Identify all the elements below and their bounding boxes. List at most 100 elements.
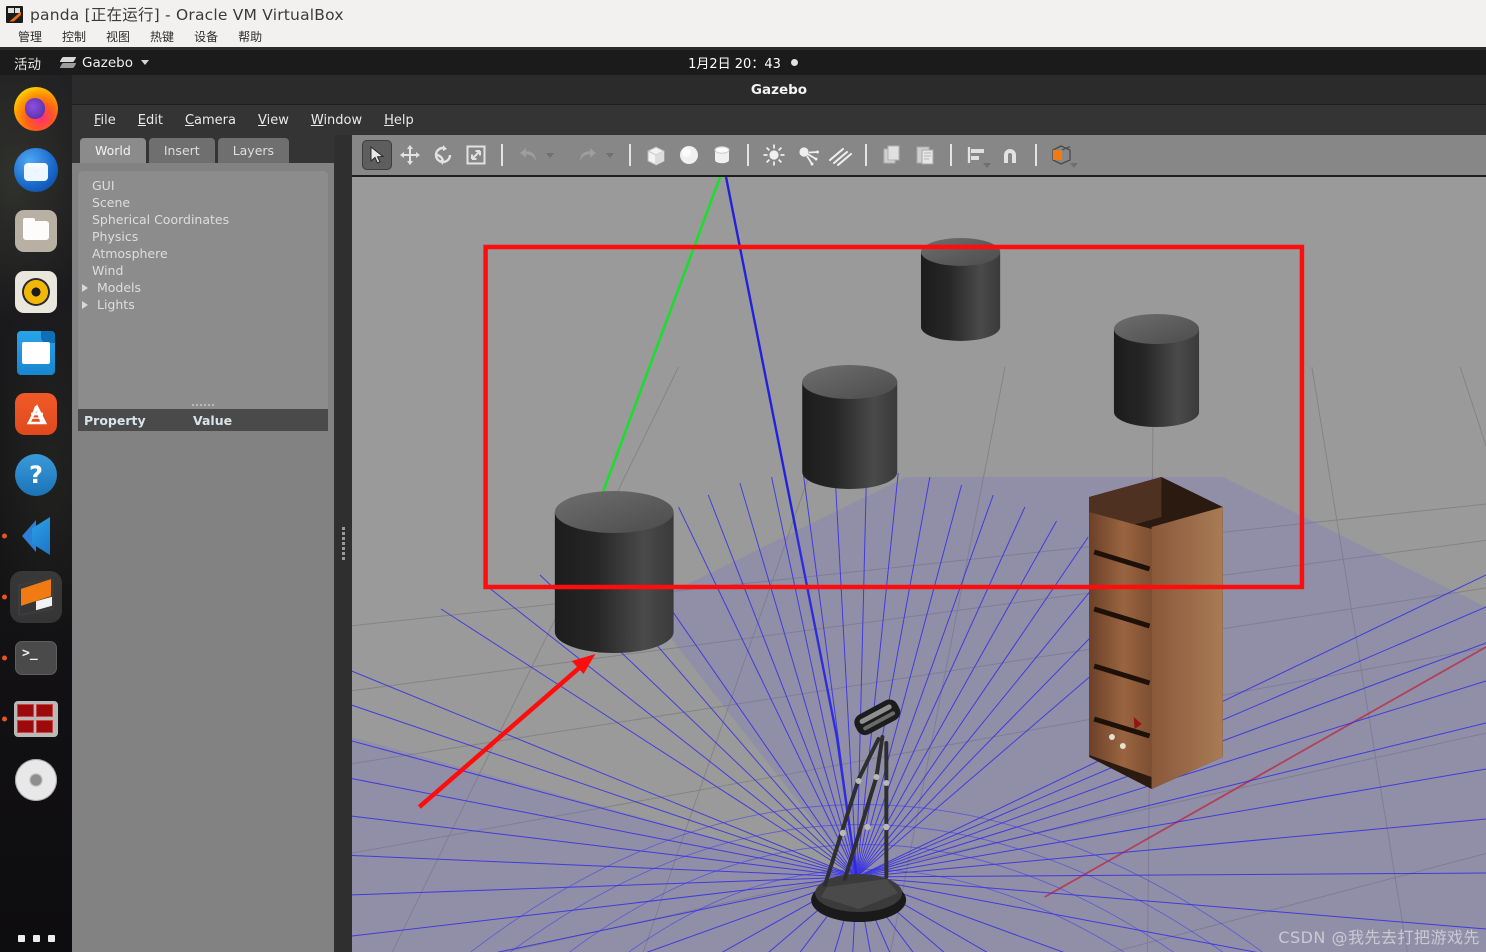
tree-item-gui[interactable]: GUI [78, 177, 328, 194]
gazebo-app-icon [59, 56, 77, 69]
terminator-icon [14, 701, 58, 737]
tab-world[interactable]: World [80, 138, 146, 163]
tree-item-spherical-coordinates[interactable]: Spherical Coordinates [78, 211, 328, 228]
menu-help[interactable]: Help [373, 113, 425, 128]
render-viewport[interactable]: CSDN @我先去打把游戏先 [352, 177, 1486, 952]
panel-tabs: World Insert Layers [72, 135, 334, 163]
insert-sphere-button[interactable] [674, 140, 704, 170]
undo-button[interactable] [513, 140, 543, 170]
toolbar-divider [950, 144, 952, 166]
toolbar-divider [501, 144, 503, 166]
tree-item-label: Scene [92, 195, 131, 210]
vertical-splitter[interactable] [334, 135, 352, 952]
firefox-icon [14, 87, 58, 131]
redo-history-caret-icon[interactable] [606, 152, 614, 158]
align-caret-icon[interactable] [983, 163, 991, 168]
clock-area[interactable]: 1月2日 20：43 [613, 53, 873, 72]
tree-item-label: Lights [97, 297, 135, 312]
screen: panda [正在运行] - Oracle VM VirtualBox 管理 控… [0, 0, 1486, 952]
tree-item-models[interactable]: Models [78, 279, 328, 296]
dock-item-terminator[interactable] [10, 693, 62, 745]
dock-item-thunderbird[interactable] [10, 144, 62, 196]
menu-edit[interactable]: Edit [127, 113, 174, 128]
dock-item-vscode[interactable] [10, 510, 62, 562]
dock-item-ubuntu-software[interactable] [10, 388, 62, 440]
spot-light-button[interactable] [792, 140, 822, 170]
undo-history-caret-icon[interactable] [546, 152, 554, 158]
toolbar-divider [1035, 144, 1037, 166]
vbox-menu-manage[interactable]: 管理 [8, 28, 52, 47]
select-mode-button[interactable] [362, 140, 392, 170]
vbox-menu-view[interactable]: 视图 [96, 28, 140, 47]
scale-mode-button[interactable] [461, 140, 491, 170]
directional-light-button[interactable] [825, 140, 855, 170]
redo-button[interactable] [573, 140, 603, 170]
gnome-top-bar: 活动 Gazebo 1月2日 20：43 [0, 50, 1486, 75]
tree-item-physics[interactable]: Physics [78, 228, 328, 245]
insert-box-button[interactable] [641, 140, 671, 170]
tab-insert[interactable]: Insert [148, 138, 215, 163]
expand-arrow-icon[interactable] [82, 300, 88, 309]
view-angle-button[interactable] [1047, 140, 1078, 170]
vbox-menu-help[interactable]: 帮助 [228, 28, 272, 47]
tree-item-label: GUI [92, 178, 115, 193]
menu-window[interactable]: Window [300, 113, 373, 128]
menu-camera[interactable]: Camera [174, 113, 247, 128]
notification-dot-icon [790, 59, 798, 66]
tab-layers[interactable]: Layers [217, 138, 290, 163]
thunderbird-icon [14, 148, 58, 192]
panel-splitter-handle[interactable] [72, 401, 334, 409]
dock-item-files[interactable] [10, 205, 62, 257]
app-menu-button[interactable]: Gazebo [59, 55, 149, 71]
rotate-mode-button[interactable] [428, 140, 458, 170]
dock-item-help[interactable]: ? [10, 449, 62, 501]
gazebo-toolbar [352, 135, 1486, 177]
disc-icon [15, 759, 57, 801]
show-applications-button[interactable] [0, 935, 72, 942]
virtualbox-title-text: panda [正在运行] - Oracle VM VirtualBox [30, 6, 344, 24]
vbox-menu-hotkeys[interactable]: 热键 [140, 28, 184, 47]
dock-item-gazebo[interactable] [10, 571, 62, 623]
dock-item-rhythmbox[interactable] [10, 266, 62, 318]
align-button[interactable] [962, 140, 992, 170]
tree-item-label: Wind [92, 263, 124, 278]
tree-item-scene[interactable]: Scene [78, 194, 328, 211]
dock-item-libreoffice-writer[interactable] [10, 327, 62, 379]
toolbar-divider [629, 144, 631, 166]
world-tree: GUI Scene Spherical Coordinates Physics … [78, 171, 328, 421]
app-grid-dot-icon [17, 935, 25, 942]
menu-file[interactable]: FFileile [83, 113, 127, 128]
snap-button[interactable] [995, 140, 1025, 170]
property-column-header: Property [84, 412, 146, 428]
tree-item-atmosphere[interactable]: Atmosphere [78, 245, 328, 262]
insert-cylinder-button[interactable] [707, 140, 737, 170]
tree-item-lights[interactable]: Lights [78, 296, 328, 313]
ubuntu-dock: ? [0, 75, 72, 952]
chevron-down-icon [140, 60, 149, 65]
view-angle-caret-icon[interactable] [1070, 163, 1078, 168]
point-light-button[interactable] [759, 140, 789, 170]
translate-mode-button[interactable] [395, 140, 425, 170]
gazebo-window-title: Gazebo [750, 81, 808, 98]
dock-item-firefox[interactable] [10, 83, 62, 135]
expand-arrow-icon[interactable] [82, 283, 88, 292]
tree-item-wind[interactable]: Wind [78, 262, 328, 279]
help-icon: ? [15, 454, 57, 496]
virtualbox-titlebar: panda [正在运行] - Oracle VM VirtualBox [0, 0, 1486, 28]
tree-item-label: Physics [92, 229, 139, 244]
cylinder-far-center [920, 238, 1001, 341]
property-table-body [78, 431, 328, 952]
dock-item-terminal[interactable] [10, 632, 62, 684]
paste-button[interactable] [910, 140, 940, 170]
app-grid-dot-icon [47, 935, 55, 942]
vbox-menu-control[interactable]: 控制 [52, 28, 96, 47]
copy-button[interactable] [877, 140, 907, 170]
menu-view[interactable]: View [247, 113, 300, 128]
activities-button[interactable]: 活动 [0, 53, 55, 73]
cylinder-far-right [1113, 314, 1200, 427]
dock-item-disc[interactable] [10, 754, 62, 806]
vbox-menu-devices[interactable]: 设备 [184, 28, 228, 47]
files-icon [15, 210, 57, 252]
gazebo-titlebar: Gazebo [72, 75, 1486, 105]
terminal-icon [15, 641, 57, 675]
